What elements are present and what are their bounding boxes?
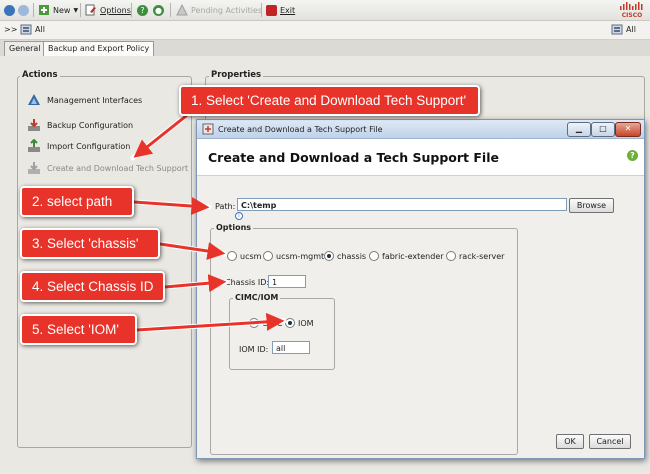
callout-label: 1. Select 'Create and Download Tech Supp… [191,93,467,108]
callout-label: 5. Select 'IOM' [32,322,119,337]
callout-step-3: 3. Select 'chassis' [20,228,160,259]
arrow-to-chassis [158,242,226,260]
callout-label: 2. select path [32,194,113,209]
arrow-to-iom [135,312,285,332]
callout-label: 3. Select 'chassis' [32,236,139,251]
callout-step-4: 4. Select Chassis ID [20,271,165,302]
callout-label: 4. Select Chassis ID [32,279,154,294]
callout-step-1: 1. Select 'Create and Download Tech Supp… [179,85,480,116]
arrow-to-tech-support [133,110,193,158]
callout-step-2: 2. select path [20,186,134,217]
callout-step-5: 5. Select 'IOM' [20,314,137,345]
